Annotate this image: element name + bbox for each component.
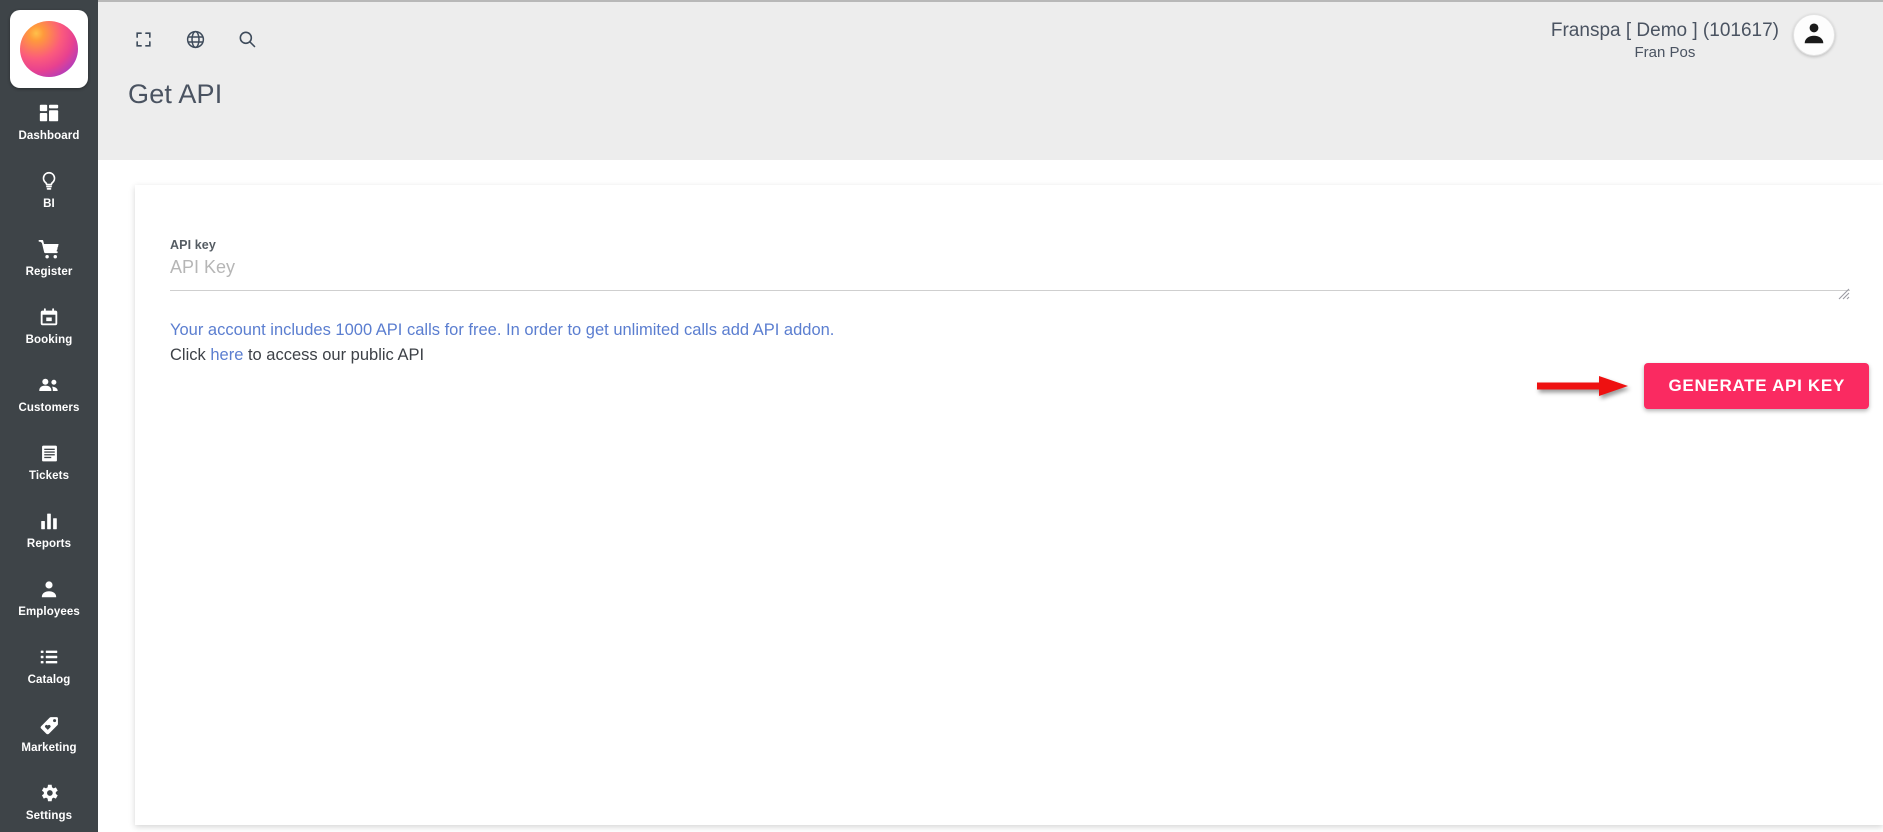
generate-action-row: GENERATE API KEY <box>1535 363 1869 409</box>
sidebar-item-label: Employees <box>18 606 80 618</box>
sidebar-item-booking[interactable]: Booking <box>0 292 98 360</box>
public-api-note: Click here to access our public API <box>170 343 834 367</box>
sidebar-item-label: Booking <box>25 334 73 346</box>
sidebar-item-label: Settings <box>25 810 73 822</box>
sidebar-item-dashboard[interactable]: Dashboard <box>0 88 98 156</box>
calendar-icon <box>38 305 60 329</box>
red-arrow-annotation-icon <box>1535 372 1630 400</box>
sidebar-item-register[interactable]: Register <box>0 224 98 292</box>
textarea-resize-handle[interactable] <box>1836 286 1850 300</box>
sidebar-item-label: Customers <box>18 402 80 414</box>
api-key-input[interactable] <box>170 253 1850 291</box>
public-api-prefix: Click <box>170 346 211 364</box>
price-tag-heart-icon <box>38 713 61 737</box>
page-title: Get API <box>128 79 223 109</box>
sidebar-item-employees[interactable]: Employees <box>0 564 98 632</box>
lightbulb-icon <box>38 169 60 193</box>
sidebar-item-customers[interactable]: Customers <box>0 360 98 428</box>
sidebar-item-label: Tickets <box>28 470 70 482</box>
search-icon[interactable] <box>234 26 260 52</box>
sidebar-item-settings[interactable]: Settings <box>0 768 98 832</box>
api-key-field-group: API key <box>170 237 1850 300</box>
app-logo[interactable] <box>10 10 88 88</box>
gradient-circle-logo <box>20 21 78 77</box>
sidebar-item-label: Reports <box>26 538 72 550</box>
api-quota-note: Your account includes 1000 API calls for… <box>170 321 835 339</box>
user-text-block: Franspa [ Demo ] (101617) Fran Pos <box>1551 14 1779 63</box>
top-header: Get API Franspa [ Demo ] (101617) Fran P… <box>98 0 1883 160</box>
people-group-icon <box>37 373 62 397</box>
person-icon <box>38 577 60 601</box>
sidebar-item-catalog[interactable]: Catalog <box>0 632 98 700</box>
bar-chart-icon <box>38 509 60 533</box>
sidebar-item-label: Register <box>25 266 73 278</box>
ticket-list-icon <box>39 441 60 465</box>
api-key-label: API key <box>170 238 216 252</box>
application-window: Dashboard BI Register Booking Customers … <box>0 0 1883 832</box>
header-tool-icons <box>130 26 260 52</box>
user-avatar-icon <box>1801 20 1827 51</box>
shopping-cart-icon <box>38 237 61 261</box>
api-card: API key Your account includes 1000 API c… <box>135 185 1883 825</box>
account-role: Fran Pos <box>1634 44 1696 61</box>
sidebar-item-bi[interactable]: BI <box>0 156 98 224</box>
public-api-link[interactable]: here <box>210 346 243 364</box>
user-account-block[interactable]: Franspa [ Demo ] (101617) Fran Pos <box>1551 14 1835 63</box>
sidebar-item-label: BI <box>43 198 55 210</box>
fullscreen-icon[interactable] <box>130 26 156 52</box>
dashboard-grid-icon <box>38 101 60 125</box>
sidebar-item-label: Catalog <box>27 674 71 686</box>
avatar[interactable] <box>1793 14 1835 56</box>
account-name: Franspa [ Demo ] (101617) <box>1550 20 1779 41</box>
sidebar-item-reports[interactable]: Reports <box>0 496 98 564</box>
api-info-text: Your account includes 1000 API calls for… <box>170 318 834 367</box>
sidebar-item-marketing[interactable]: Marketing <box>0 700 98 768</box>
gear-icon <box>38 781 60 805</box>
sidebar-navigation: Dashboard BI Register Booking Customers … <box>0 0 98 832</box>
public-api-suffix: to access our public API <box>243 346 425 364</box>
generate-api-key-button[interactable]: GENERATE API KEY <box>1644 363 1869 409</box>
list-bullets-icon <box>38 645 60 669</box>
sidebar-item-tickets[interactable]: Tickets <box>0 428 98 496</box>
globe-icon[interactable] <box>182 26 208 52</box>
sidebar-item-label: Dashboard <box>18 130 80 142</box>
sidebar-item-label: Marketing <box>21 742 77 754</box>
